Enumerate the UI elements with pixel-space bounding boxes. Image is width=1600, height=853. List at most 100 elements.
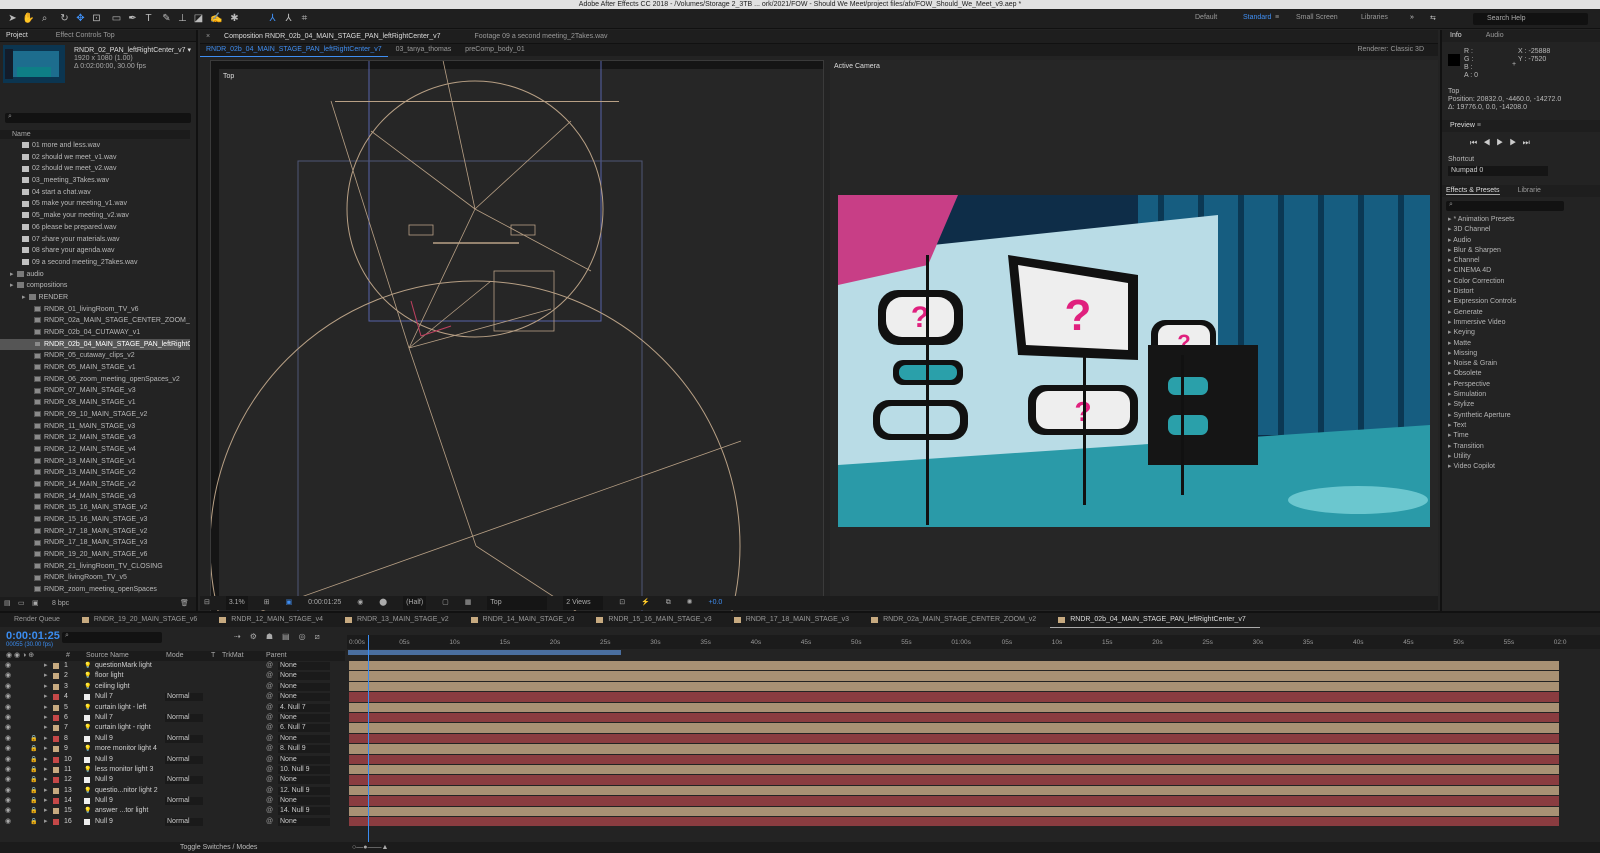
project-item[interactable]: RNDR_06_zoom_meeting_openSpaces_v2: [0, 374, 190, 386]
flowchart-icon[interactable]: ⧉: [666, 596, 671, 610]
visibility-eye-icon[interactable]: ◉: [5, 765, 11, 775]
expand-layer-icon[interactable]: ▸: [44, 713, 48, 723]
project-item[interactable]: RNDR_15_16_MAIN_STAGE_v2: [0, 502, 190, 514]
visibility-eye-icon[interactable]: ◉: [5, 806, 11, 816]
layer-row[interactable]: ◉ 🔒 ▸ 11 💡 less monitor light 3 @10. Null 9: [0, 765, 345, 775]
parent-pickwhip-icon[interactable]: @: [266, 682, 273, 692]
transparency-grid-icon[interactable]: ▦: [465, 596, 472, 610]
selection-tool-icon[interactable]: ➤: [6, 12, 19, 25]
layer-name[interactable]: less monitor light 3: [95, 765, 153, 775]
label-color-swatch[interactable]: [53, 787, 59, 794]
project-item[interactable]: RNDR_05_cutaway_clips_v2: [0, 350, 190, 362]
layer-name[interactable]: Null 9: [95, 817, 113, 827]
expand-layer-icon[interactable]: ▸: [44, 755, 48, 765]
timeline-tab[interactable]: RNDR_17_18_MAIN_STAGE_v3: [726, 613, 863, 627]
hand-tool-icon[interactable]: ✋: [22, 12, 35, 25]
layer-name[interactable]: floor light: [95, 671, 123, 681]
clone-stamp-tool-icon[interactable]: ⊥: [176, 12, 189, 25]
effects-category[interactable]: ▸ Simulation: [1442, 390, 1600, 400]
parent-select[interactable]: None: [278, 713, 330, 722]
brush-tool-icon[interactable]: ✎: [160, 12, 173, 25]
effects-category[interactable]: ▸ Video Copilot: [1442, 462, 1600, 472]
layer-name[interactable]: questionMark light: [95, 661, 152, 671]
timeline-timecode[interactable]: 0:00:01:25: [6, 630, 60, 642]
layer-row[interactable]: ◉ ▸ 2 💡 floor light @ None: [0, 671, 345, 681]
layer-duration-bar[interactable]: [349, 785, 1559, 796]
effects-category[interactable]: ▸ Immersive Video: [1442, 318, 1600, 328]
parent-pickwhip-icon[interactable]: @: [266, 734, 273, 744]
project-item[interactable]: RNDR_13_MAIN_STAGE_v2: [0, 467, 190, 479]
project-item[interactable]: RNDR_02a_MAIN_STAGE_CENTER_ZOOM_v2: [0, 315, 190, 327]
layer-row[interactable]: ◉ ▸ 7 💡 curtain light - right @6. Null 7: [0, 723, 345, 733]
layer-duration-bar[interactable]: [349, 733, 1559, 744]
project-item[interactable]: RNDR_05_MAIN_STAGE_v1: [0, 362, 190, 374]
effects-category[interactable]: ▸ Distort: [1442, 287, 1600, 297]
layer-duration-bar[interactable]: [349, 661, 1559, 671]
prev-frame-icon[interactable]: ◀: [1483, 138, 1496, 147]
local-axis-icon[interactable]: ⅄: [266, 12, 279, 25]
timeline-tab[interactable]: RNDR_02a_MAIN_STAGE_CENTER_ZOOM_v2: [863, 613, 1050, 627]
effects-category[interactable]: ▸ Missing: [1442, 349, 1600, 359]
parent-pickwhip-icon[interactable]: @: [266, 723, 273, 733]
parent-pickwhip-icon[interactable]: @: [266, 671, 273, 681]
parent-select[interactable]: None: [278, 734, 330, 743]
parent-pickwhip-icon[interactable]: @: [266, 796, 273, 806]
new-comp-icon[interactable]: ▣: [32, 599, 39, 607]
visibility-eye-icon[interactable]: ◉: [5, 755, 11, 765]
project-item[interactable]: 05 make your meeting_v1.wav: [0, 198, 190, 210]
visibility-eye-icon[interactable]: ◉: [5, 734, 11, 744]
pixel-aspect-icon[interactable]: ⊡: [619, 596, 625, 610]
play-icon[interactable]: ▶: [1496, 138, 1509, 147]
parent-select[interactable]: 4. Null 7: [278, 703, 330, 712]
tab-effect-controls[interactable]: Effect Controls Top: [50, 30, 121, 41]
project-item[interactable]: RNDR_09_10_MAIN_STAGE_v2: [0, 409, 190, 421]
lock-icon[interactable]: 🔒: [30, 817, 37, 827]
label-color-swatch[interactable]: [53, 777, 59, 784]
parent-pickwhip-icon[interactable]: @: [266, 744, 273, 754]
layer-row[interactable]: ◉ ▸ 4 Null 7 Normal @ None: [0, 692, 345, 702]
effects-category[interactable]: ▸ Channel: [1442, 256, 1600, 266]
parent-pickwhip-icon[interactable]: @: [266, 755, 273, 765]
effects-search-input[interactable]: ⌕: [1446, 201, 1564, 211]
camera-tool-icon[interactable]: ✥: [74, 12, 87, 25]
project-item[interactable]: 06 please be prepared.wav: [0, 222, 190, 234]
blend-mode-select[interactable]: Normal: [165, 817, 203, 826]
layer-duration-bar[interactable]: [349, 671, 1559, 681]
breadcrumb-comp-tanya[interactable]: 03_tanya_thomas: [390, 44, 458, 56]
search-help-input[interactable]: Search Help: [1473, 13, 1588, 25]
lock-icon[interactable]: 🔒: [30, 786, 37, 796]
label-color-swatch[interactable]: [53, 818, 59, 825]
expand-layer-icon[interactable]: ▸: [44, 671, 48, 681]
project-item[interactable]: RNDR_14_MAIN_STAGE_v3: [0, 491, 190, 503]
expand-layer-icon[interactable]: ▸: [44, 661, 48, 671]
type-tool-icon[interactable]: T: [142, 12, 155, 25]
effects-category[interactable]: ▸ Noise & Grain: [1442, 359, 1600, 369]
effects-category[interactable]: ▸ Color Correction: [1442, 277, 1600, 287]
toggle-switches-modes[interactable]: Toggle Switches / Modes: [180, 842, 257, 853]
top-view-viewer[interactable]: Top: [210, 60, 824, 622]
label-color-swatch[interactable]: [53, 808, 59, 815]
layer-duration-bar[interactable]: [349, 817, 1559, 827]
layer-duration-bar[interactable]: [349, 765, 1559, 775]
parent-pickwhip-icon[interactable]: @: [266, 713, 273, 723]
more-workspaces-icon[interactable]: »: [1410, 14, 1414, 21]
rotate-tool-icon[interactable]: ↻: [58, 12, 71, 25]
fast-preview-icon[interactable]: ⚡: [641, 596, 650, 610]
sync-icon[interactable]: ⇆: [1430, 14, 1436, 22]
effects-category[interactable]: ▸ Expression Controls: [1442, 297, 1600, 307]
col-source-name[interactable]: Source Name: [86, 651, 129, 661]
parent-select[interactable]: None: [278, 662, 330, 670]
parent-pickwhip-icon[interactable]: @: [266, 661, 273, 671]
parent-pickwhip-icon[interactable]: @: [266, 765, 273, 775]
tab-audio[interactable]: Audio: [1486, 32, 1504, 39]
layer-row[interactable]: ◉ ▸ 3 💡 ceiling light @ None: [0, 682, 345, 692]
project-item[interactable]: RNDR_17_18_MAIN_STAGE_v2: [0, 526, 190, 538]
label-color-swatch[interactable]: [53, 798, 59, 805]
project-item[interactable]: RNDR_02b_04_MAIN_STAGE_PAN_leftRightCent…: [0, 338, 190, 351]
workspace-standard[interactable]: Standard: [1243, 14, 1271, 21]
visibility-eye-icon[interactable]: ◉: [5, 744, 11, 754]
rectangle-tool-icon[interactable]: ▭: [110, 12, 123, 25]
project-item[interactable]: RNDR_13_MAIN_STAGE_v1: [0, 456, 190, 468]
effects-category[interactable]: ▸ Stylize: [1442, 400, 1600, 410]
project-item[interactable]: 07 share your materials.wav: [0, 234, 190, 246]
